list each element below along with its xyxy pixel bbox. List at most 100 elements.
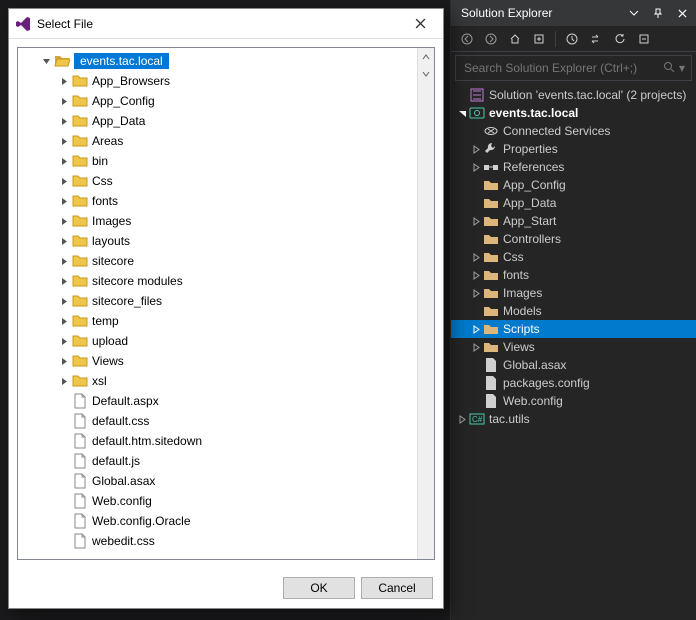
solution-folder[interactable]: Models — [451, 302, 696, 320]
pin-icon[interactable] — [648, 3, 668, 23]
solution-folder[interactable]: Views — [451, 338, 696, 356]
search-input[interactable] — [462, 60, 663, 76]
tree-folder[interactable]: sitecore modules — [18, 271, 417, 291]
solution-folder[interactable]: App_Config — [451, 176, 696, 194]
tree-folder[interactable]: Views — [18, 351, 417, 371]
project-node[interactable]: events.tac.local — [451, 104, 696, 122]
collapse-icon[interactable] — [455, 104, 469, 122]
expand-icon[interactable] — [455, 410, 469, 428]
solution-file[interactable]: Web.config — [451, 392, 696, 410]
expand-icon[interactable] — [56, 151, 72, 171]
scrollbar-vertical[interactable] — [417, 48, 434, 559]
dialog-close-button[interactable] — [398, 9, 443, 38]
tree-folder[interactable]: bin — [18, 151, 417, 171]
solution-folder[interactable]: App_Start — [451, 212, 696, 230]
solution-folder[interactable]: Scripts — [451, 320, 696, 338]
expand-icon[interactable] — [56, 271, 72, 291]
expand-icon[interactable] — [56, 311, 72, 331]
scrollbar-up-arrow[interactable] — [418, 48, 434, 65]
tree-folder[interactable]: App_Config — [18, 91, 417, 111]
tree-file[interactable]: default.css — [18, 411, 417, 431]
expand-icon[interactable] — [56, 91, 72, 111]
back-icon[interactable] — [457, 29, 477, 49]
tree-file[interactable]: Default.aspx — [18, 391, 417, 411]
dialog-body: events.tac.local App_Browsers App_Config… — [9, 39, 443, 568]
solution-file[interactable]: Global.asax — [451, 356, 696, 374]
ok-button[interactable]: OK — [283, 577, 355, 599]
expand-icon[interactable] — [469, 176, 483, 194]
expand-icon[interactable] — [56, 171, 72, 191]
tree-folder[interactable]: App_Data — [18, 111, 417, 131]
search-icon[interactable] — [663, 61, 675, 76]
tree-file[interactable]: Web.config.Oracle — [18, 511, 417, 531]
solution-explorer-header[interactable]: Solution Explorer — [451, 0, 696, 26]
expand-icon[interactable] — [56, 211, 72, 231]
expand-icon[interactable] — [469, 320, 483, 338]
home-icon[interactable] — [505, 29, 525, 49]
expand-icon[interactable] — [469, 158, 483, 176]
references-node[interactable]: References — [451, 158, 696, 176]
tree-folder[interactable]: fonts — [18, 191, 417, 211]
collapse-icon[interactable] — [38, 51, 54, 71]
search-dropdown-icon[interactable]: ▾ — [679, 61, 685, 75]
expand-icon[interactable] — [469, 284, 483, 302]
expand-icon[interactable] — [56, 351, 72, 371]
expand-icon[interactable] — [56, 71, 72, 91]
expand-icon[interactable] — [56, 191, 72, 211]
solution-file[interactable]: packages.config — [451, 374, 696, 392]
expand-icon[interactable] — [469, 338, 483, 356]
panel-options-icon[interactable] — [624, 3, 644, 23]
expand-icon[interactable] — [56, 371, 72, 391]
solution-folder[interactable]: Css — [451, 248, 696, 266]
dialog-titlebar[interactable]: Select File — [9, 9, 443, 39]
tree-file[interactable]: Global.asax — [18, 471, 417, 491]
tree-folder[interactable]: sitecore — [18, 251, 417, 271]
connected-services-node[interactable]: Connected Services — [451, 122, 696, 140]
expand-icon[interactable] — [469, 230, 483, 248]
expand-icon[interactable] — [56, 231, 72, 251]
solution-folder[interactable]: fonts — [451, 266, 696, 284]
solution-node[interactable]: Solution 'events.tac.local' (2 projects) — [451, 86, 696, 104]
tree-file[interactable]: default.htm.sitedown — [18, 431, 417, 451]
tree-folder[interactable]: upload — [18, 331, 417, 351]
expand-icon[interactable] — [56, 251, 72, 271]
scrollbar-down-arrow[interactable] — [418, 65, 434, 82]
tree-file[interactable]: Web.config — [18, 491, 417, 511]
tree-folder[interactable]: layouts — [18, 231, 417, 251]
solution-folder[interactable]: App_Data — [451, 194, 696, 212]
tree-folder[interactable]: Css — [18, 171, 417, 191]
expand-icon[interactable] — [56, 111, 72, 131]
properties-node[interactable]: Properties — [451, 140, 696, 158]
tree-folder[interactable]: App_Browsers — [18, 71, 417, 91]
solution-folder[interactable]: Controllers — [451, 230, 696, 248]
forward-icon[interactable] — [481, 29, 501, 49]
pending-changes-icon[interactable] — [562, 29, 582, 49]
sync-views-icon[interactable] — [586, 29, 606, 49]
solution-folder[interactable]: Images — [451, 284, 696, 302]
expand-icon[interactable] — [56, 291, 72, 311]
expand-icon[interactable] — [469, 194, 483, 212]
close-icon[interactable] — [672, 3, 692, 23]
collapse-all-icon[interactable] — [634, 29, 654, 49]
tree-file[interactable]: webedit.css — [18, 531, 417, 551]
expand-icon[interactable] — [469, 266, 483, 284]
tree-folder[interactable]: temp — [18, 311, 417, 331]
expand-icon[interactable] — [469, 248, 483, 266]
tree-folder[interactable]: sitecore_files — [18, 291, 417, 311]
expand-icon[interactable] — [56, 331, 72, 351]
expand-icon[interactable] — [469, 140, 483, 158]
tree-root[interactable]: events.tac.local — [18, 51, 417, 71]
project-node-2[interactable]: C# tac.utils — [451, 410, 696, 428]
search-box[interactable]: ▾ — [455, 55, 692, 81]
expand-icon[interactable] — [469, 212, 483, 230]
expand-icon[interactable] — [469, 302, 483, 320]
cancel-button[interactable]: Cancel — [361, 577, 433, 599]
tree-file[interactable]: default.js — [18, 451, 417, 471]
tree-folder[interactable]: Images — [18, 211, 417, 231]
folder-icon — [72, 293, 88, 309]
refresh-icon[interactable] — [610, 29, 630, 49]
tree-folder[interactable]: xsl — [18, 371, 417, 391]
tree-folder[interactable]: Areas — [18, 131, 417, 151]
expand-icon[interactable] — [56, 131, 72, 151]
sync-icon[interactable] — [529, 29, 549, 49]
